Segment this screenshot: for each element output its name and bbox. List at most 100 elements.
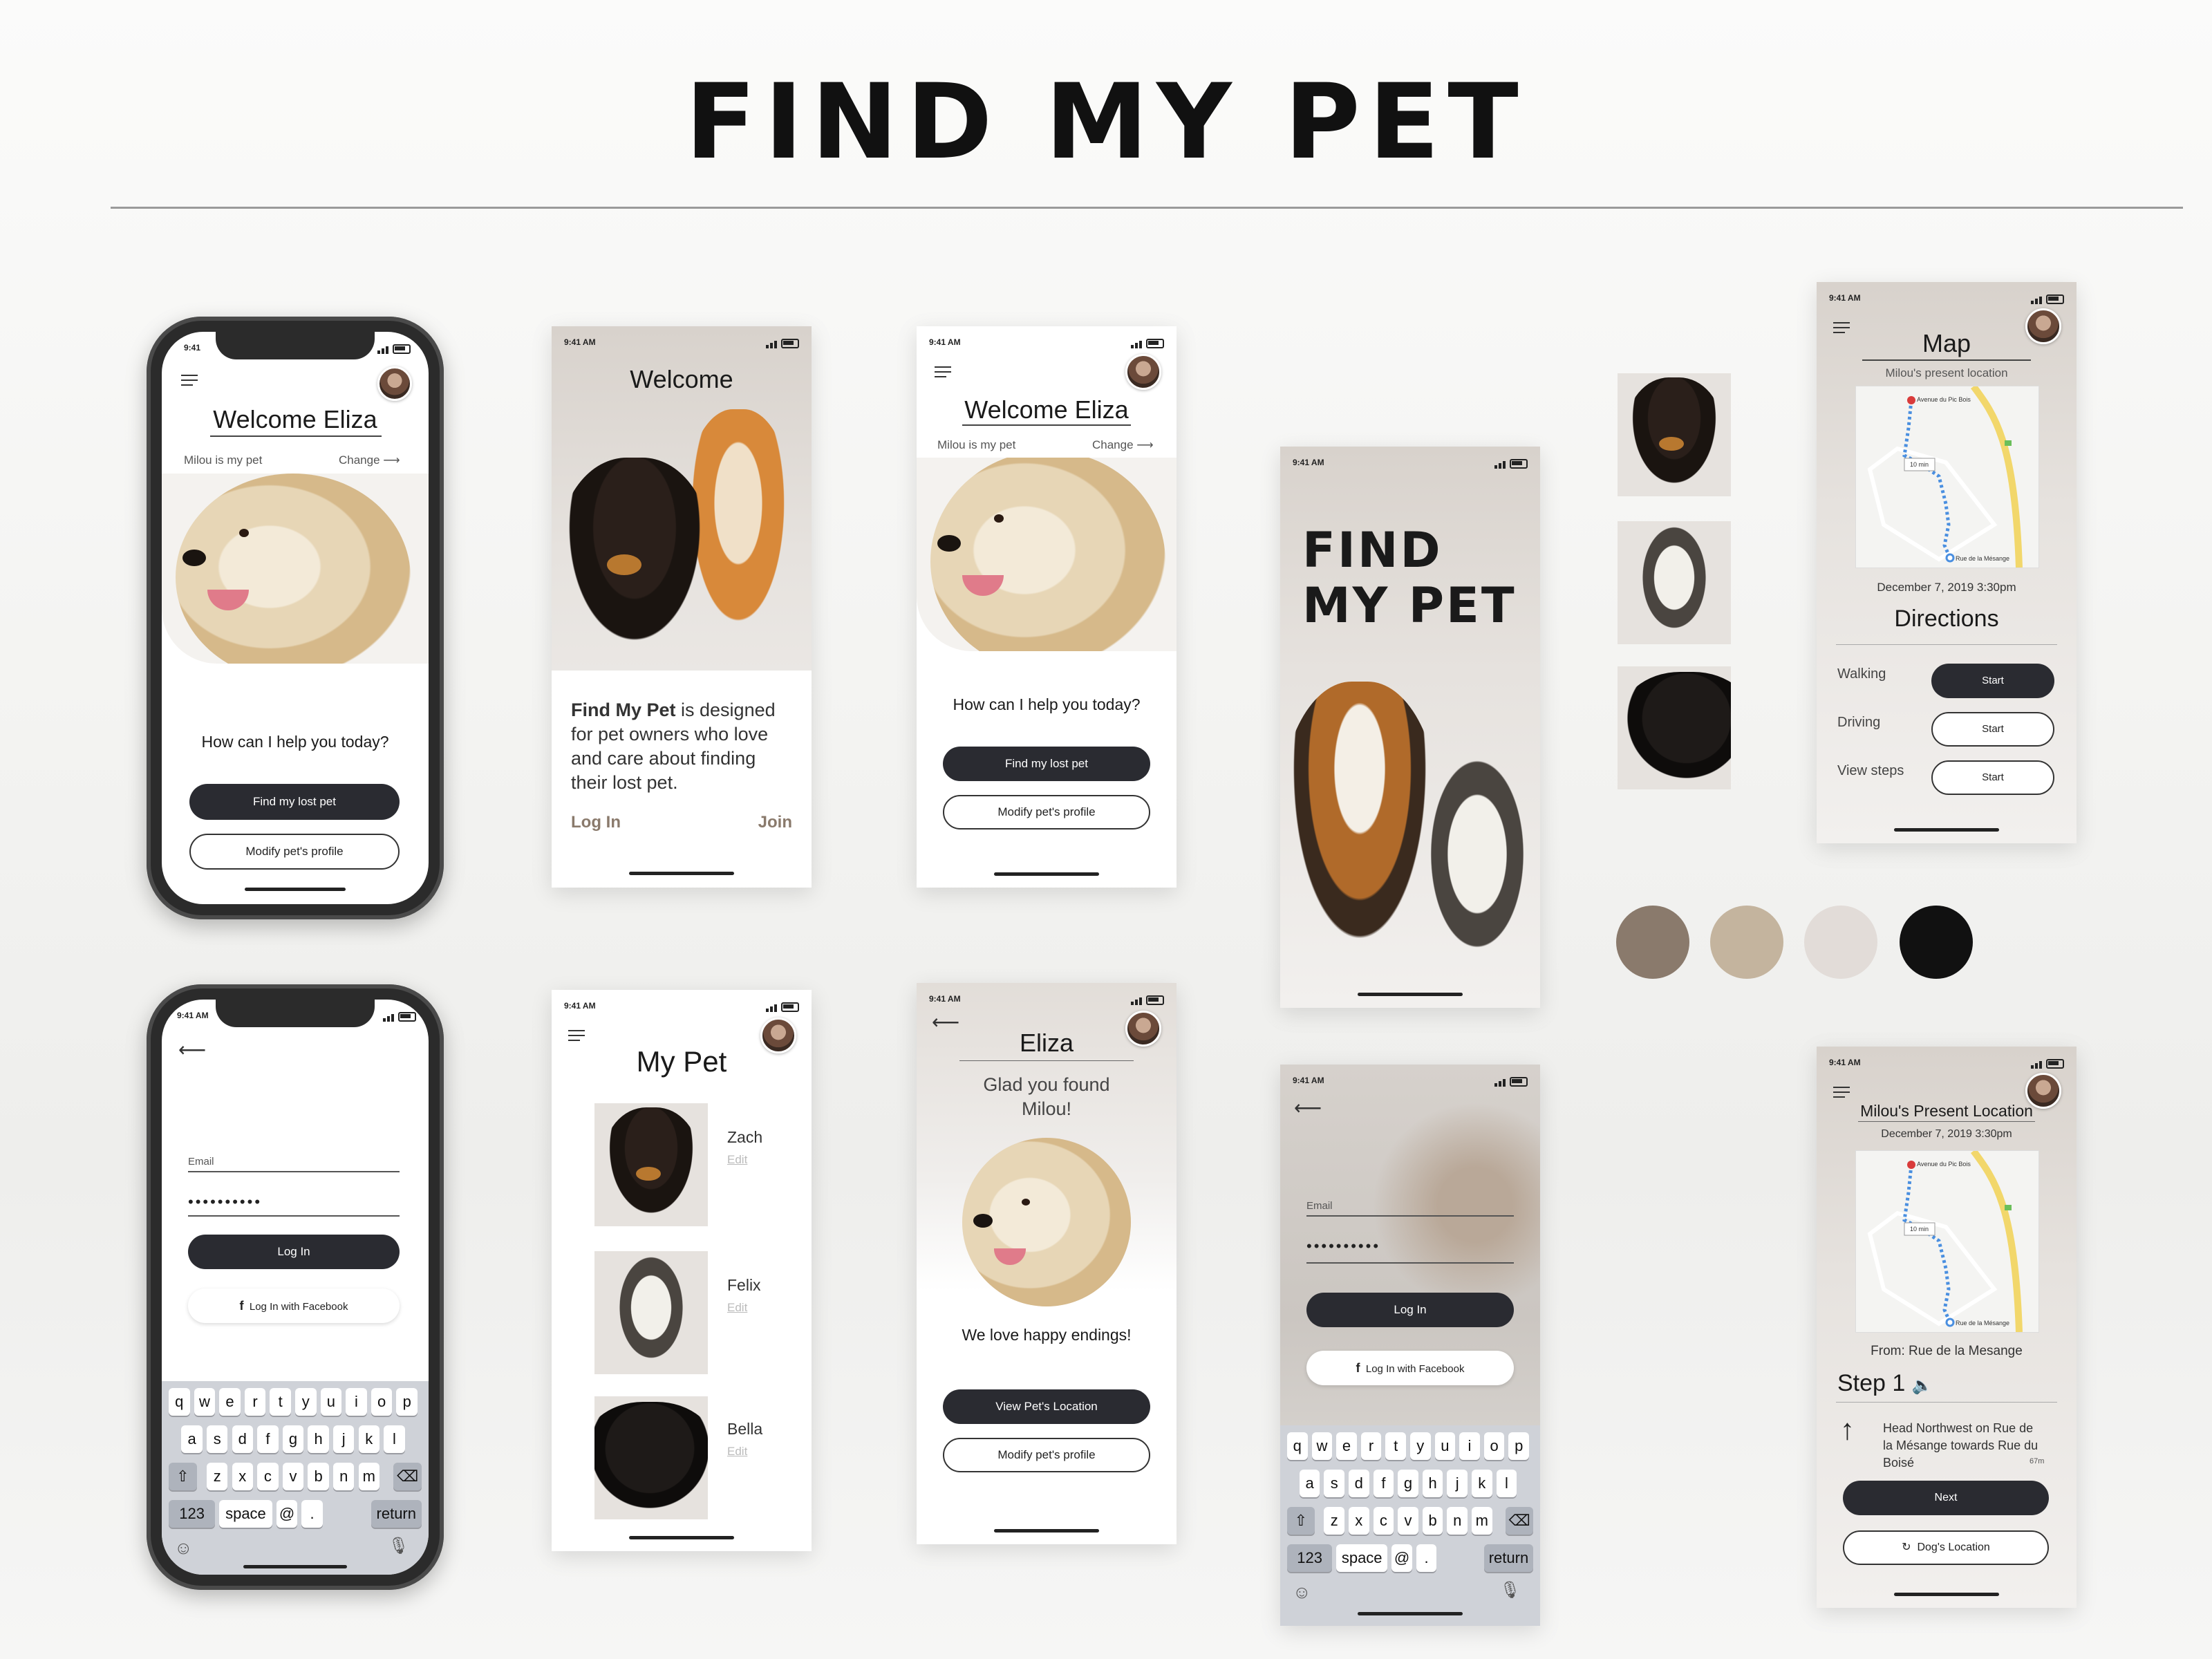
pet-photo-bella[interactable]	[594, 1396, 708, 1519]
menu-icon[interactable]	[181, 375, 198, 386]
key-h[interactable]: h	[308, 1425, 329, 1453]
change-link[interactable]: Change ⟶	[339, 453, 400, 467]
speaker-icon[interactable]: 🔈	[1912, 1376, 1933, 1395]
key-w[interactable]: w	[194, 1388, 216, 1416]
key-u[interactable]: u	[1434, 1432, 1456, 1460]
key-r[interactable]: r	[1360, 1432, 1382, 1460]
key-o[interactable]: o	[1483, 1432, 1505, 1460]
key-z[interactable]: z	[1324, 1507, 1344, 1535]
key-j[interactable]: j	[332, 1425, 355, 1453]
pet-photo-felix[interactable]	[594, 1251, 708, 1374]
key-e[interactable]: e	[1336, 1432, 1357, 1460]
key-f[interactable]: f	[257, 1425, 279, 1453]
key-r[interactable]: r	[244, 1388, 266, 1416]
email-field[interactable]	[188, 1171, 400, 1172]
key-n[interactable]: n	[1447, 1507, 1468, 1535]
emoji-icon[interactable]: ☺	[1293, 1582, 1311, 1603]
driving-start-button[interactable]: Start	[1931, 712, 2054, 747]
key-p[interactable]: p	[396, 1388, 418, 1416]
dogs-location-button[interactable]: ↻ Dog's Location	[1843, 1530, 2049, 1565]
next-step-button[interactable]: Next	[1843, 1481, 2049, 1515]
key-m[interactable]: m	[1472, 1507, 1492, 1535]
emoji-icon[interactable]: ☺	[174, 1537, 193, 1559]
key-d[interactable]: d	[1349, 1470, 1369, 1497]
modify-profile-button[interactable]: Modify pet's profile	[943, 795, 1150, 830]
key-o[interactable]: o	[371, 1388, 393, 1416]
menu-icon[interactable]	[568, 1030, 585, 1041]
login-button[interactable]: Log In	[1306, 1293, 1514, 1327]
modify-profile-button[interactable]: Modify pet's profile	[189, 834, 400, 870]
menu-icon[interactable]	[935, 366, 951, 377]
key-y[interactable]: y	[1410, 1432, 1431, 1460]
key-b[interactable]: b	[1422, 1507, 1443, 1535]
key-z[interactable]: z	[206, 1463, 228, 1490]
key-g[interactable]: g	[282, 1425, 304, 1453]
avatar[interactable]	[1125, 354, 1161, 390]
dot-key[interactable]: .	[301, 1500, 323, 1528]
join-link[interactable]: Join	[758, 813, 792, 832]
key-x[interactable]: x	[232, 1463, 254, 1490]
menu-icon[interactable]	[1833, 1087, 1850, 1098]
facebook-login-button[interactable]: f Log In with Facebook	[188, 1288, 400, 1323]
key-s[interactable]: s	[1324, 1470, 1344, 1497]
key-i[interactable]: i	[1459, 1432, 1480, 1460]
find-lost-pet-button[interactable]: Find my lost pet	[189, 784, 400, 820]
key-c[interactable]: c	[257, 1463, 279, 1490]
edit-bella-link[interactable]: Edit	[727, 1445, 747, 1459]
view-location-button[interactable]: View Pet's Location	[943, 1389, 1150, 1424]
key-m[interactable]: m	[358, 1463, 380, 1490]
key-g[interactable]: g	[1398, 1470, 1418, 1497]
modify-profile-button[interactable]: Modify pet's profile	[943, 1438, 1150, 1472]
email-field[interactable]	[1306, 1215, 1514, 1217]
key-t[interactable]: t	[1385, 1432, 1406, 1460]
key-a[interactable]: a	[181, 1425, 203, 1453]
shift-key[interactable]: ⇧	[169, 1463, 197, 1490]
space-key[interactable]: space	[219, 1500, 272, 1528]
key-s[interactable]: s	[206, 1425, 228, 1453]
microphone-icon[interactable]: 🎙	[1500, 1580, 1521, 1600]
password-field[interactable]: ••••••••••	[1306, 1237, 1380, 1255]
at-key[interactable]: @	[276, 1500, 298, 1528]
numbers-key[interactable]: 123	[1287, 1544, 1333, 1572]
space-key[interactable]: space	[1336, 1544, 1388, 1572]
password-field[interactable]: ••••••••••	[188, 1193, 262, 1211]
key-k[interactable]: k	[1472, 1470, 1492, 1497]
microphone-icon[interactable]: 🎙	[388, 1536, 409, 1556]
key-e[interactable]: e	[219, 1388, 241, 1416]
key-j[interactable]: j	[1447, 1470, 1468, 1497]
dot-key[interactable]: .	[1416, 1544, 1437, 1572]
key-n[interactable]: n	[332, 1463, 355, 1490]
key-i[interactable]: i	[346, 1388, 367, 1416]
back-arrow-icon[interactable]: ⟵	[178, 1038, 206, 1061]
key-l[interactable]: l	[384, 1425, 405, 1453]
facebook-login-button[interactable]: f Log In with Facebook	[1306, 1351, 1514, 1385]
pet-photo-zach[interactable]	[594, 1103, 708, 1226]
key-v[interactable]: v	[282, 1463, 304, 1490]
login-link[interactable]: Log In	[571, 813, 621, 832]
key-p[interactable]: p	[1508, 1432, 1529, 1460]
backspace-key[interactable]: ⌫	[393, 1463, 422, 1490]
key-v[interactable]: v	[1398, 1507, 1418, 1535]
key-x[interactable]: x	[1349, 1507, 1369, 1535]
key-l[interactable]: l	[1496, 1470, 1517, 1497]
key-f[interactable]: f	[1373, 1470, 1394, 1497]
route-map[interactable]: Avenue du Pic Bois 10 min Rue de la Mésa…	[1855, 386, 2039, 568]
key-a[interactable]: a	[1299, 1470, 1320, 1497]
at-key[interactable]: @	[1391, 1544, 1412, 1572]
key-w[interactable]: w	[1311, 1432, 1333, 1460]
numbers-key[interactable]: 123	[169, 1500, 216, 1528]
view-steps-start-button[interactable]: Start	[1931, 760, 2054, 795]
key-b[interactable]: b	[308, 1463, 329, 1490]
return-key[interactable]: return	[1483, 1544, 1533, 1572]
back-arrow-icon[interactable]: ⟵	[1294, 1096, 1322, 1119]
key-y[interactable]: y	[295, 1388, 317, 1416]
login-button[interactable]: Log In	[188, 1235, 400, 1269]
find-lost-pet-button[interactable]: Find my lost pet	[943, 747, 1150, 781]
key-k[interactable]: k	[358, 1425, 380, 1453]
walking-start-button[interactable]: Start	[1931, 664, 2054, 698]
change-link[interactable]: Change ⟶	[1092, 438, 1154, 452]
shift-key[interactable]: ⇧	[1287, 1507, 1315, 1535]
key-q[interactable]: q	[169, 1388, 190, 1416]
key-c[interactable]: c	[1373, 1507, 1394, 1535]
edit-zach-link[interactable]: Edit	[727, 1153, 747, 1167]
